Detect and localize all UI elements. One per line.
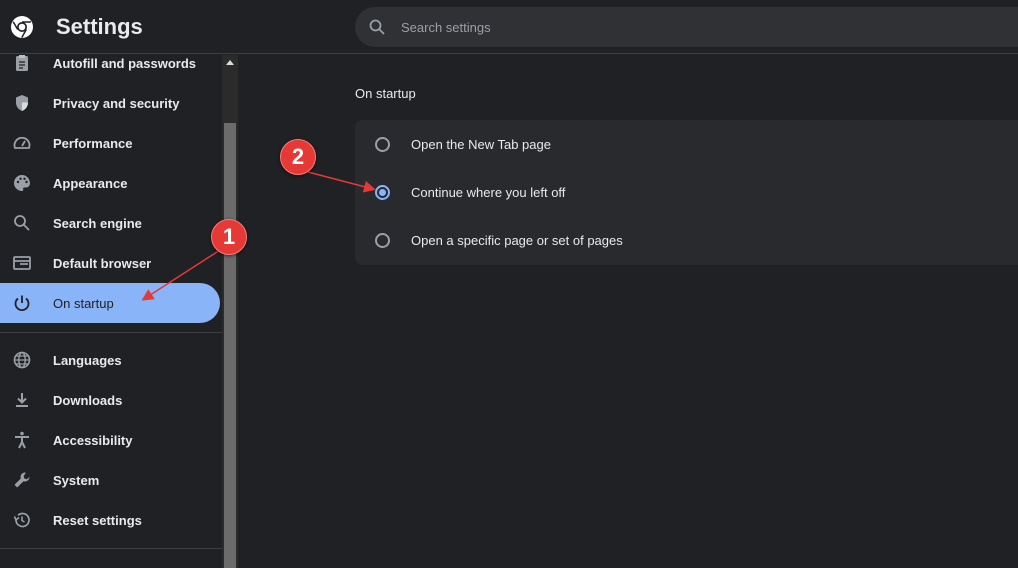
scroll-up-arrow-icon[interactable] xyxy=(226,60,234,65)
radio-button-selected[interactable] xyxy=(375,185,390,200)
sidebar-item-label: Default browser xyxy=(53,255,152,271)
history-icon xyxy=(13,512,30,528)
sidebar-item-label: Autofill and passwords xyxy=(53,55,197,71)
sidebar-item-label: Languages xyxy=(53,352,122,368)
sidebar-item-label: On startup xyxy=(53,295,114,311)
shield-icon xyxy=(16,95,28,111)
download-icon xyxy=(16,393,28,407)
browser-icon xyxy=(13,256,31,270)
divider xyxy=(0,548,222,549)
option-new-tab[interactable]: Open the New Tab page xyxy=(355,120,1018,168)
sidebar-item-on-startup[interactable]: On startup xyxy=(0,283,220,323)
globe-icon xyxy=(13,351,31,369)
header: Settings xyxy=(0,0,1018,54)
clipboard-icon xyxy=(16,55,28,71)
search-box[interactable] xyxy=(355,7,1018,47)
sidebar-item-label: Appearance xyxy=(53,175,128,191)
sidebar-item-label: Reset settings xyxy=(53,512,142,528)
sidebar-item-accessibility[interactable]: Accessibility xyxy=(0,420,220,460)
annotation-badge-2: 2 xyxy=(280,139,316,175)
scrollbar-thumb[interactable] xyxy=(224,123,236,568)
divider xyxy=(0,332,222,333)
radio-button[interactable] xyxy=(375,137,390,152)
radio-button[interactable] xyxy=(375,233,390,248)
sidebar-item-label: Performance xyxy=(53,135,133,151)
sidebar-item-appearance[interactable]: Appearance xyxy=(0,163,220,203)
section-title: On startup xyxy=(355,86,416,101)
option-specific-pages[interactable]: Open a specific page or set of pages xyxy=(355,216,1018,264)
option-continue[interactable]: Continue where you left off xyxy=(355,168,1018,216)
search-input[interactable] xyxy=(401,7,901,47)
option-label: Continue where you left off xyxy=(411,185,566,200)
sidebar-item-label: Search engine xyxy=(53,215,142,231)
sidebar: Autofill and passwords Privacy and secur… xyxy=(0,55,222,568)
sidebar-item-label: Downloads xyxy=(53,392,123,408)
accessibility-icon xyxy=(15,431,29,449)
sidebar-item-downloads[interactable]: Downloads xyxy=(0,380,220,420)
option-label: Open a specific page or set of pages xyxy=(411,233,623,248)
sidebar-item-languages[interactable]: Languages xyxy=(0,340,220,380)
page-title: Settings xyxy=(56,14,143,39)
sidebar-item-label: System xyxy=(53,472,100,488)
power-icon xyxy=(14,295,30,312)
sidebar-item-autofill[interactable]: Autofill and passwords xyxy=(0,55,220,83)
speedometer-icon xyxy=(13,136,31,149)
sidebar-item-label: Privacy and security xyxy=(53,95,180,111)
sidebar-item-performance[interactable]: Performance xyxy=(0,123,220,163)
wrench-icon xyxy=(14,472,30,488)
annotation-badge-1: 1 xyxy=(211,219,247,255)
sidebar-item-privacy[interactable]: Privacy and security xyxy=(0,83,220,123)
search-icon xyxy=(14,215,30,231)
sidebar-item-search-engine[interactable]: Search engine xyxy=(0,203,220,243)
palette-icon xyxy=(14,175,30,191)
sidebar-item-reset[interactable]: Reset settings xyxy=(0,500,220,540)
search-icon xyxy=(369,19,385,35)
option-label: Open the New Tab page xyxy=(411,137,551,152)
sidebar-item-system[interactable]: System xyxy=(0,460,220,500)
sidebar-scrollbar[interactable] xyxy=(222,55,238,568)
sidebar-item-default-browser[interactable]: Default browser xyxy=(0,243,220,283)
sidebar-item-label: Accessibility xyxy=(53,432,133,448)
startup-options-card: Open the New Tab page Continue where you… xyxy=(355,120,1018,265)
chrome-logo-icon xyxy=(11,16,33,38)
